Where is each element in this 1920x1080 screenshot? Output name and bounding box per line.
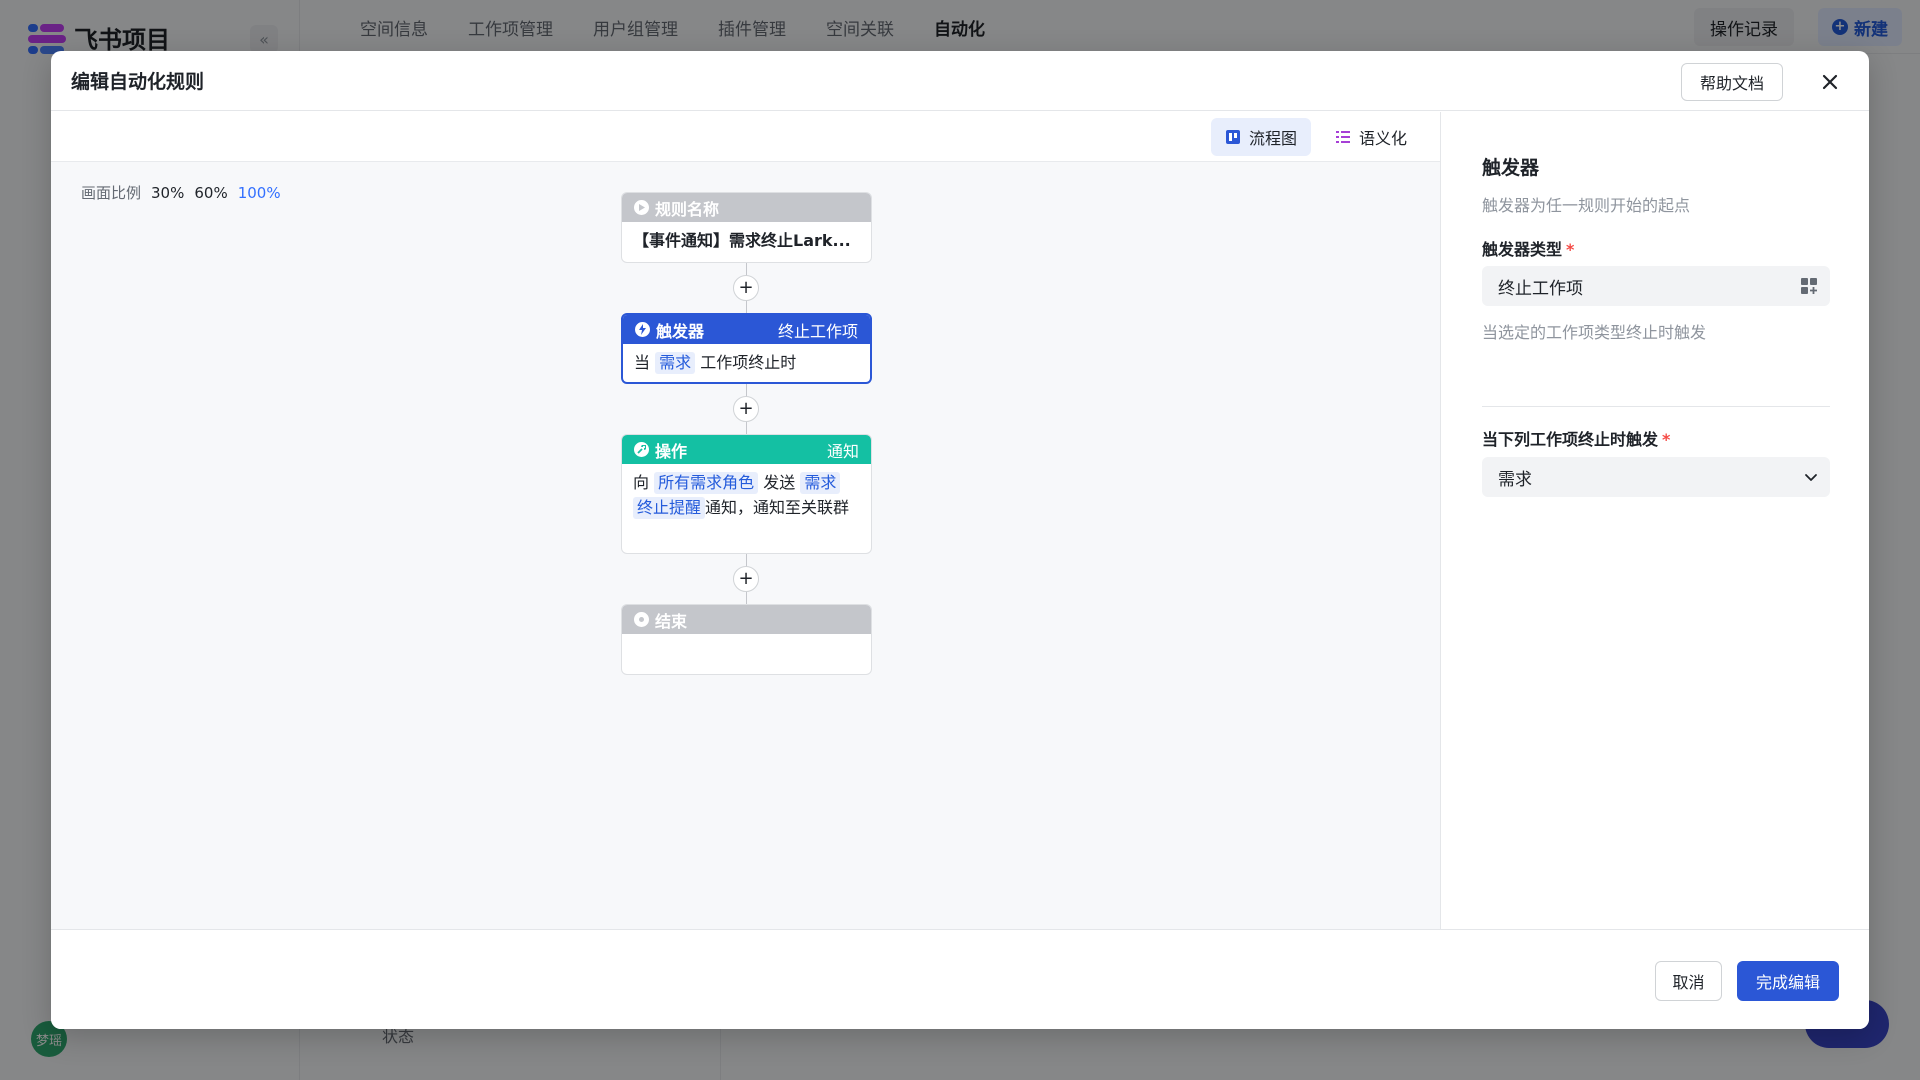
- flowchart-icon: [1226, 130, 1240, 144]
- action-node-header: 操作 通知: [622, 435, 871, 464]
- zoom-label: 画面比例: [81, 184, 142, 202]
- trigger-text-suffix: 工作项终止时: [700, 353, 797, 372]
- view-semantic-label: 语义化: [1359, 129, 1408, 148]
- rule-name-header-label: 规则名称: [655, 199, 720, 219]
- list-icon: [1336, 131, 1350, 143]
- edit-rule-modal: 编辑自动化规则 帮助文档 流程图 语义化 画面比例 30% 60% 100% 规…: [51, 51, 1869, 1029]
- trigger-header-label: 触发器: [656, 321, 705, 341]
- when-field-label: 当下列工作项终止时触发 *: [1482, 426, 1670, 450]
- panel-title: 触发器: [1482, 157, 1540, 179]
- panel-divider: [1482, 406, 1830, 407]
- action-node[interactable]: 操作 通知 向 所有需求角色 发送 需求 终止提醒 通知，通知至关联群: [621, 434, 872, 554]
- trigger-type-hint: 当选定的工作项类型终止时触发: [1482, 323, 1707, 342]
- lightning-icon: [635, 322, 650, 337]
- rule-name-value: 【事件通知】需求终止Lark...: [633, 231, 851, 250]
- required-asterisk: *: [1566, 240, 1575, 259]
- trigger-type-label: 终止工作项: [777, 321, 858, 341]
- panel-description: 触发器为任一规则开始的起点: [1482, 196, 1691, 215]
- zoom-30[interactable]: 30%: [151, 184, 184, 202]
- required-asterisk: *: [1662, 430, 1671, 449]
- view-flowchart-button[interactable]: 流程图: [1211, 118, 1312, 156]
- canvas-area: 流程图 语义化 画面比例 30% 60% 100% 规则名称 【事件通知】需求终…: [51, 112, 1441, 929]
- canvas-toolbar: 流程图 语义化: [51, 112, 1440, 162]
- view-semantic-button[interactable]: 语义化: [1321, 118, 1421, 156]
- view-flowchart-label: 流程图: [1249, 129, 1298, 148]
- work-item-type-select[interactable]: 需求: [1482, 457, 1830, 497]
- action-text-2: 发送: [763, 473, 796, 492]
- end-node-header: 结束: [622, 605, 871, 634]
- trigger-text-prefix: 当: [634, 353, 651, 372]
- add-step-button[interactable]: +: [733, 275, 759, 301]
- stop-icon: [634, 612, 649, 627]
- add-step-button[interactable]: +: [733, 396, 759, 422]
- rule-name-node[interactable]: 规则名称 【事件通知】需求终止Lark...: [621, 192, 872, 263]
- action-node-body: 向 所有需求角色 发送 需求 终止提醒 通知，通知至关联群: [622, 464, 871, 526]
- trigger-node[interactable]: 触发器 终止工作项 当 需求 工作项终止时: [621, 313, 872, 384]
- modal-header: 编辑自动化规则 帮助文档: [51, 51, 1869, 111]
- close-icon[interactable]: [1814, 66, 1846, 98]
- modal-footer: 取消 完成编辑: [51, 929, 1869, 1029]
- end-node[interactable]: 结束: [621, 604, 872, 675]
- trigger-type-select[interactable]: 终止工作项: [1482, 266, 1830, 306]
- cancel-button[interactable]: 取消: [1655, 961, 1722, 1001]
- action-header-label: 操作: [655, 441, 688, 461]
- play-icon: [634, 200, 649, 215]
- action-role-tag: 所有需求角色: [654, 472, 759, 494]
- zoom-control: 画面比例 30% 60% 100%: [81, 182, 281, 203]
- help-docs-button[interactable]: 帮助文档: [1681, 63, 1783, 101]
- grid-add-icon: [1801, 278, 1817, 294]
- add-step-button[interactable]: +: [733, 566, 759, 592]
- action-type-label: 通知: [826, 441, 859, 461]
- zoom-100[interactable]: 100%: [238, 184, 281, 202]
- chevron-down-icon: [1805, 474, 1817, 481]
- trigger-type-label-text: 触发器类型: [1482, 240, 1563, 259]
- trigger-node-body: 当 需求 工作项终止时: [623, 344, 870, 381]
- flow-canvas[interactable]: 画面比例 30% 60% 100% 规则名称 【事件通知】需求终止Lark...: [51, 162, 1440, 929]
- zoom-60[interactable]: 60%: [194, 184, 227, 202]
- action-text-3: 通知，通知至关联群: [705, 498, 850, 517]
- rule-name-node-header: 规则名称: [622, 193, 871, 222]
- action-item-tag: 需求: [800, 472, 841, 494]
- wrench-icon: [634, 442, 649, 457]
- end-header-label: 结束: [655, 611, 688, 631]
- work-item-type-value: 需求: [1498, 469, 1532, 490]
- trigger-node-header: 触发器 终止工作项: [623, 315, 870, 344]
- trigger-type-value: 终止工作项: [1498, 278, 1583, 299]
- trigger-config-panel: 触发器 触发器为任一规则开始的起点 触发器类型 * 终止工作项 当选定的工作项类型…: [1442, 112, 1869, 929]
- modal-title: 编辑自动化规则: [71, 71, 205, 93]
- action-text-1: 向: [633, 473, 650, 492]
- trigger-item-tag: 需求: [655, 352, 696, 374]
- trigger-type-field-label: 触发器类型 *: [1482, 236, 1574, 260]
- finish-edit-button[interactable]: 完成编辑: [1737, 961, 1839, 1001]
- action-template-tag: 终止提醒: [633, 497, 706, 519]
- when-label-text: 当下列工作项终止时触发: [1482, 430, 1659, 449]
